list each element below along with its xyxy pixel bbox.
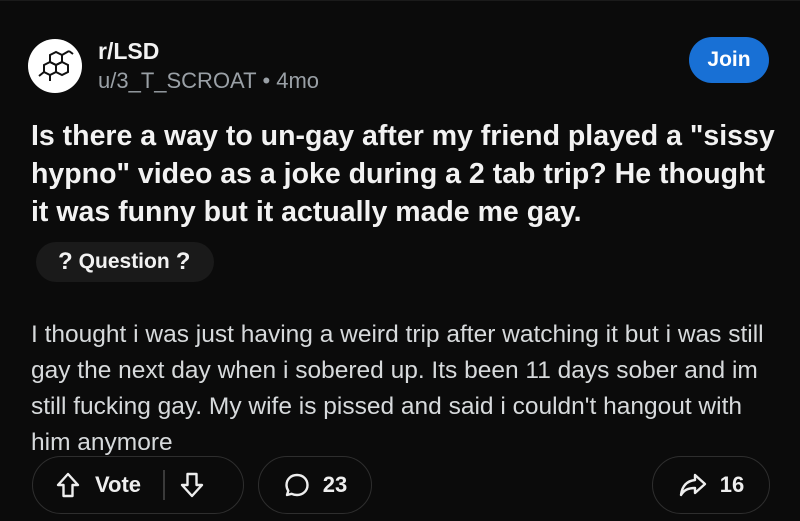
vote-label: Vote xyxy=(95,472,142,497)
comments-button[interactable]: 23 xyxy=(258,456,372,514)
flair-prefix: ? xyxy=(58,248,73,275)
post-age: 4mo xyxy=(276,68,320,93)
subreddit-avatar[interactable] xyxy=(28,39,82,93)
downvote-icon[interactable] xyxy=(179,471,205,499)
post-card: r/LSD u/3_T_SCROAT • 4mo Join Is there a w… xyxy=(0,0,800,521)
vote-divider xyxy=(163,470,165,500)
post-title[interactable]: Is there a way to un-gay after my friend… xyxy=(31,117,781,231)
share-icon xyxy=(678,471,708,499)
comment-count: 23 xyxy=(322,472,348,497)
molecule-icon xyxy=(38,50,74,81)
share-button[interactable]: 16 xyxy=(652,456,770,514)
upvote-icon[interactable] xyxy=(55,471,81,499)
share-count: 16 xyxy=(719,472,745,497)
join-button[interactable]: Join xyxy=(689,37,769,83)
vote-bar: Vote xyxy=(32,456,244,514)
subreddit-name[interactable]: r/LSD xyxy=(98,38,159,65)
flair-label: Question xyxy=(78,250,170,273)
post-flair[interactable]: ? Question ? xyxy=(36,242,215,282)
post-meta: u/3_T_SCROAT • 4mo xyxy=(98,68,319,94)
post-author[interactable]: u/3_T_SCROAT xyxy=(98,68,257,93)
meta-separator: • xyxy=(262,68,271,93)
flair-suffix: ? xyxy=(175,248,191,275)
post-body: I thought i was just having a weird trip… xyxy=(31,321,764,456)
comment-icon xyxy=(283,471,311,499)
